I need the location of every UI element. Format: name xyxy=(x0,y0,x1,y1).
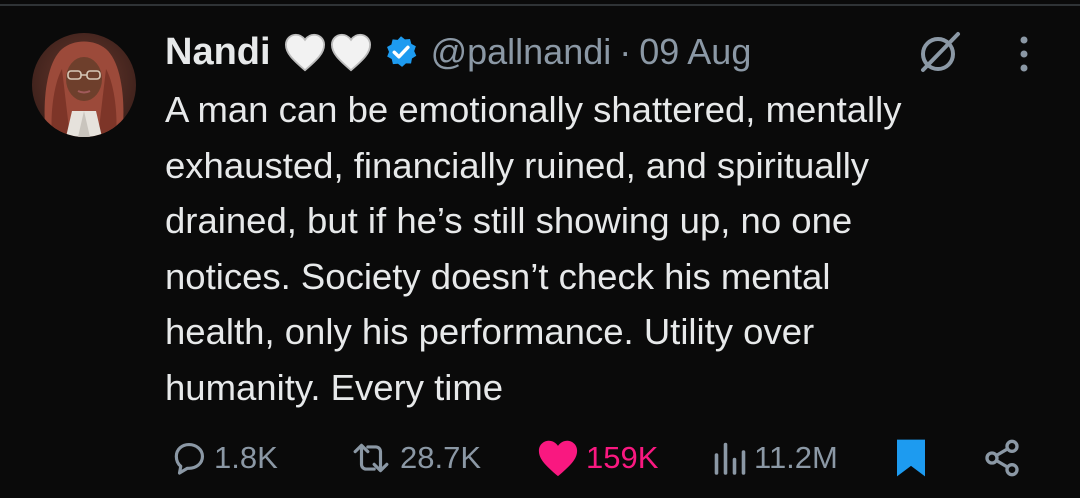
verified-badge-icon[interactable] xyxy=(383,34,419,70)
white-heart-icon xyxy=(284,33,325,72)
author-name[interactable]: Nandi xyxy=(165,31,271,74)
repost-icon xyxy=(353,443,389,473)
share-icon xyxy=(985,439,1019,477)
tweet-actions: 1.8K 28.7K 159K 11.2M xyxy=(0,432,1080,484)
avatar[interactable] xyxy=(32,33,136,137)
bookmark-icon xyxy=(897,439,925,477)
views-icon xyxy=(714,442,746,475)
grok-icon[interactable] xyxy=(914,28,964,83)
views-button[interactable]: 11.2M xyxy=(712,432,838,484)
tweet-text: A man can be emotionally shattered, ment… xyxy=(165,89,902,408)
name-emojis xyxy=(283,32,375,72)
views-count: 11.2M xyxy=(754,440,838,475)
reply-count: 1.8K xyxy=(214,440,278,475)
repost-count: 28.7K xyxy=(400,440,482,475)
white-heart-icon xyxy=(330,33,371,72)
repost-button[interactable]: 28.7K xyxy=(348,432,481,484)
tweet-header: Nandi @pallnandi · 09 Aug xyxy=(165,26,751,78)
meta-separator: · xyxy=(619,31,632,72)
like-button[interactable]: 159K xyxy=(536,432,658,484)
bookmark-button[interactable] xyxy=(893,432,929,484)
divider xyxy=(0,4,1080,6)
like-count: 159K xyxy=(586,440,659,475)
author-handle[interactable]: @pallnandi xyxy=(431,31,612,73)
more-options-icon[interactable] xyxy=(1016,34,1032,79)
reply-button[interactable]: 1.8K xyxy=(170,432,278,484)
tweet-date[interactable]: 09 Aug xyxy=(639,31,751,73)
share-button[interactable] xyxy=(982,432,1022,484)
heart-icon xyxy=(538,440,578,477)
reply-icon xyxy=(174,442,205,475)
